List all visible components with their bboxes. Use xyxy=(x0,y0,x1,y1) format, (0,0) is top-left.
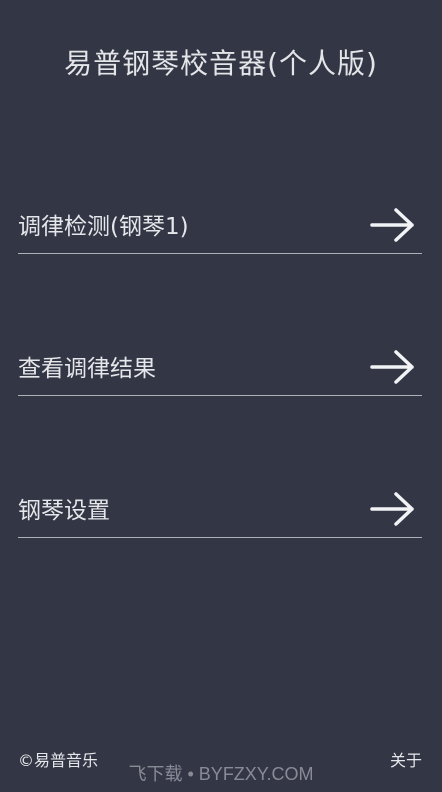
arrow-right-icon xyxy=(370,492,414,526)
page-title: 易普钢琴校音器(个人版) xyxy=(64,47,378,80)
arrow-right-icon xyxy=(370,350,414,384)
menu-item-label: 调律检测(钢琴1) xyxy=(18,214,189,240)
watermark: 飞下载 • BYFZXY.COM xyxy=(128,764,314,784)
menu-item-label: 查看调律结果 xyxy=(18,356,156,382)
menu-item-tuning-check[interactable]: 调律检测(钢琴1) xyxy=(18,198,422,254)
arrow-right-icon xyxy=(370,208,414,242)
menu-item-piano-settings[interactable]: 钢琴设置 xyxy=(18,482,422,538)
menu-item-label: 钢琴设置 xyxy=(18,498,110,524)
menu-item-tuning-results[interactable]: 查看调律结果 xyxy=(18,340,422,396)
